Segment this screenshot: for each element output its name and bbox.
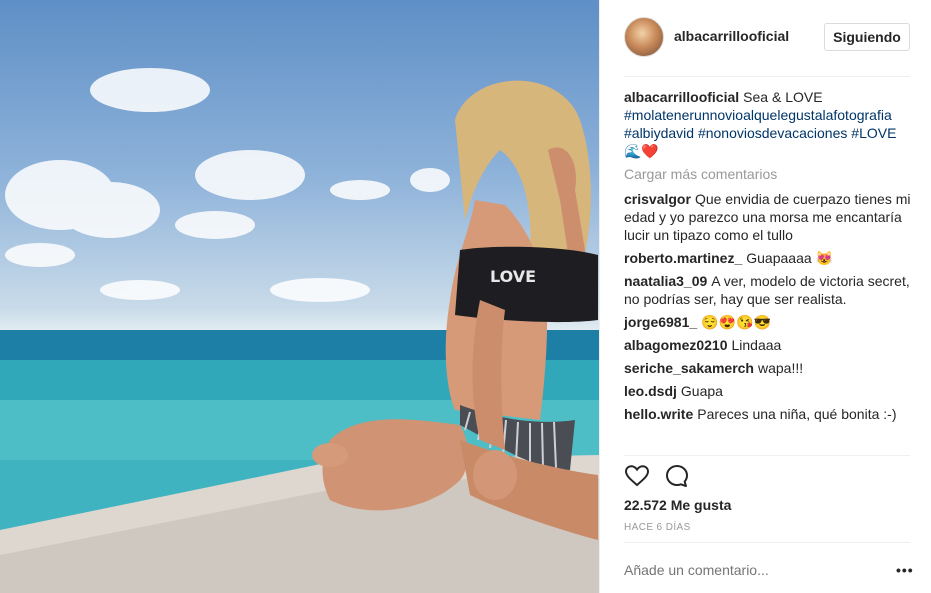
comment-username[interactable]: naatalia3_09 <box>624 273 707 289</box>
comment-item: hello.write Pareces una niña, qué bonita … <box>624 405 914 423</box>
caption: albacarrillooficial Sea & LOVE #molatener… <box>624 88 914 160</box>
post-header: albacarrillooficial Siguiendo <box>600 0 931 76</box>
comment-item: jorge6981_ 😌😍😘😎 <box>624 313 914 331</box>
comment-item: seriche_sakamerch wapa!!! <box>624 359 914 377</box>
post-sidebar: albacarrillooficial Siguiendo albacarril… <box>599 0 931 593</box>
actions-divider <box>624 455 910 456</box>
comment-text: Lindaaa <box>731 337 782 353</box>
comment-text: Guapa <box>680 383 723 399</box>
add-comment-input[interactable] <box>624 562 884 578</box>
post-photo[interactable]: LOVE <box>0 0 599 593</box>
comment-item: roberto.martinez_ Guapaaaa 😻 <box>624 249 914 267</box>
comment-divider <box>624 542 910 543</box>
comment-username[interactable]: roberto.martinez_ <box>624 250 742 266</box>
comment-username[interactable]: hello.write <box>624 406 693 422</box>
comment-text: 😌😍😘😎 <box>701 314 771 330</box>
load-more-comments-link[interactable]: Cargar más comentarios <box>624 165 914 183</box>
comment-item: albagomez0210 Lindaaa <box>624 336 914 354</box>
avatar[interactable] <box>624 17 664 57</box>
header-username[interactable]: albacarrillooficial <box>674 28 789 44</box>
comment-item: leo.dsdj Guapa <box>624 382 914 400</box>
comment-item: crisvalgor Que envidia de cuerpazo tienes… <box>624 190 914 244</box>
caption-username[interactable]: albacarrillooficial <box>624 89 739 105</box>
following-button[interactable]: Siguiendo <box>824 23 910 51</box>
comment-username[interactable]: leo.dsdj <box>624 383 677 399</box>
photo-illustration: LOVE <box>0 68 599 593</box>
comment-username[interactable]: seriche_sakamerch <box>624 360 754 376</box>
comment-username[interactable]: jorge6981_ <box>624 314 697 330</box>
header-divider <box>624 76 910 77</box>
speech-bubble-icon[interactable] <box>664 463 690 489</box>
comment-text: Pareces una niña, qué bonita :-) <box>697 406 897 422</box>
comment-username[interactable]: crisvalgor <box>624 191 691 207</box>
comment-text: wapa!!! <box>758 360 804 376</box>
top-lettering: LOVE <box>490 267 536 286</box>
comment-item: naatalia3_09 A ver, modelo de victoria se… <box>624 272 914 308</box>
comment-username[interactable]: albagomez0210 <box>624 337 728 353</box>
more-options-icon[interactable]: ••• <box>896 562 914 578</box>
heart-outline-icon[interactable] <box>624 463 650 489</box>
comments-list: albacarrillooficial Sea & LOVE #molatener… <box>624 88 914 428</box>
caption-text: Sea & LOVE <box>743 89 823 105</box>
comment-text: Guapaaaa 😻 <box>746 250 833 266</box>
post-timestamp[interactable]: HACE 6 DÍAS <box>624 522 691 533</box>
likes-count[interactable]: 22.572 Me gusta <box>624 497 731 513</box>
